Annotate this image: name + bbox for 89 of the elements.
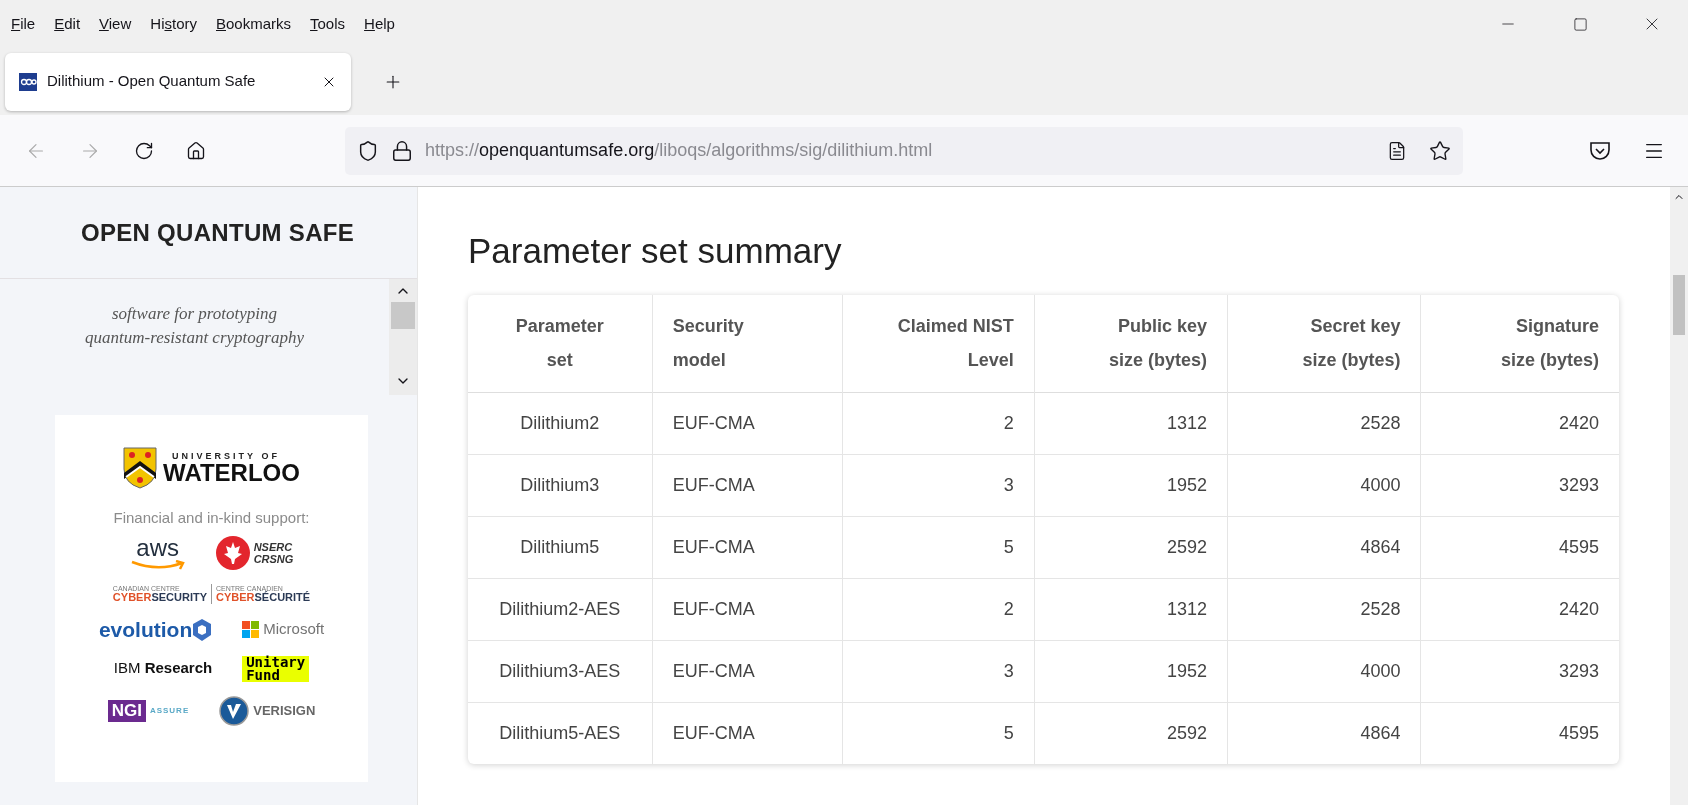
logo-text: Microsoft: [263, 619, 325, 640]
home-icon[interactable]: [186, 140, 206, 161]
table-cell: 1952: [1034, 640, 1228, 702]
table-cell: 5: [842, 516, 1035, 578]
tagline-text: quantum-resistant cryptography: [85, 327, 304, 349]
crest-icon: [123, 447, 158, 489]
table-cell: Dilithium2-AES: [468, 578, 653, 640]
aws-logo: aws: [129, 535, 186, 570]
logo-text: VERISIGN: [253, 701, 316, 720]
reload-icon[interactable]: [134, 140, 154, 161]
column-header: Security model: [652, 295, 843, 392]
menu-item[interactable]: History: [149, 12, 198, 36]
logo-text: WATERLOO: [163, 460, 300, 485]
table-cell: EUF-CMA: [652, 516, 843, 578]
column-header: Secret key size (bytes): [1227, 295, 1421, 392]
menu-item[interactable]: Bookmarks: [215, 12, 293, 36]
site-title: OPEN QUANTUM SAFE: [79, 217, 355, 248]
support-label: Financial and in-kind support:: [113, 508, 310, 528]
table-cell: EUF-CMA: [652, 454, 843, 516]
smile-arrow-icon: [129, 559, 186, 570]
logo-text: NSERC: [253, 540, 294, 553]
pocket-icon: [1589, 140, 1611, 161]
table-cell: 4864: [1227, 702, 1421, 764]
table-cell: 4595: [1421, 516, 1619, 578]
section-heading: Parameter set summary: [468, 233, 843, 268]
table-cell: 4000: [1227, 454, 1421, 516]
browser-tab[interactable]: Dilithium - Open Quantum Safe: [5, 52, 351, 111]
reader-view-icon[interactable]: [1387, 140, 1407, 161]
logo-text: CYBERSÉCURITÉ: [216, 591, 311, 603]
table-cell: EUF-CMA: [652, 578, 843, 640]
table-cell: EUF-CMA: [652, 702, 843, 764]
table-cell: 3293: [1421, 454, 1619, 516]
table-cell: 1952: [1034, 454, 1228, 516]
scrollbar-thumb[interactable]: [391, 302, 415, 329]
shield-icon[interactable]: [357, 139, 379, 162]
table-cell: 2528: [1227, 392, 1421, 454]
logo-text: evolution: [98, 619, 193, 640]
tab-title: Dilithium - Open Quantum Safe: [47, 71, 256, 92]
table-cell: 2: [842, 578, 1035, 640]
table-cell: 3: [842, 454, 1035, 516]
table-cell: Dilithium5-AES: [468, 702, 653, 764]
maximize-icon[interactable]: [1572, 16, 1588, 32]
menu-item[interactable]: Tools: [309, 12, 347, 36]
table-cell: 5: [842, 702, 1035, 764]
column-header: Claimed NIST Level: [842, 295, 1035, 392]
column-header: Parameter set: [468, 295, 653, 392]
address-bar[interactable]: https://openquantumsafe.org/liboqs/algorithms/sig/dilithium.html: [345, 126, 1463, 175]
favicon-icon: [19, 72, 37, 91]
scrollbar[interactable]: [389, 279, 417, 395]
table-cell: EUF-CMA: [652, 392, 843, 454]
table-cell: Dilithium3: [468, 454, 653, 516]
table-cell: Dilithium2: [468, 392, 653, 454]
table-cell: 1312: [1034, 392, 1228, 454]
table-cell: Dilithium3-AES: [468, 640, 653, 702]
table-cell: 2592: [1034, 516, 1228, 578]
table-cell: 2528: [1227, 578, 1421, 640]
page-scrollbar[interactable]: [1670, 187, 1688, 805]
menu-item[interactable]: Help: [363, 12, 396, 36]
tagline-text: software for prototyping: [112, 303, 277, 325]
table-cell: 1312: [1034, 578, 1228, 640]
table-cell: 2592: [1034, 702, 1228, 764]
table-cell: 4000: [1227, 640, 1421, 702]
logo-text: CYBERSECURITY: [112, 591, 207, 603]
table-cell: 2420: [1421, 578, 1619, 640]
menu-item[interactable]: Edit: [53, 12, 82, 36]
column-header: Public key size (bytes): [1034, 295, 1228, 392]
table-cell: 3293: [1421, 640, 1619, 702]
table-cell: 4595: [1421, 702, 1619, 764]
logo-text: ASSURE: [149, 704, 190, 717]
table-cell: EUF-CMA: [652, 640, 843, 702]
lock-icon[interactable]: [391, 139, 413, 162]
menu-item[interactable]: View: [98, 12, 133, 36]
table-cell: 3: [842, 640, 1035, 702]
table-cell: 2420: [1421, 392, 1619, 454]
table-cell: 4864: [1227, 516, 1421, 578]
unitary-logo: Unitary Fund: [242, 655, 310, 682]
logo-text: IBM Research: [113, 658, 213, 679]
menu-item[interactable]: File: [10, 12, 37, 36]
ngi-logo: NGI: [107, 699, 146, 722]
maple-leaf-icon: [215, 535, 250, 570]
scrollbar-thumb[interactable]: [1673, 275, 1685, 335]
column-header: Signature size (bytes): [1421, 295, 1619, 392]
table-cell: Dilithium5: [468, 516, 653, 578]
table-cell: 2: [842, 392, 1035, 454]
logo-text: CRSNG: [253, 552, 294, 565]
url-text: https://openquantumsafe.org/liboqs/algorithms/sig/dilithium.html: [425, 139, 933, 162]
windows-squares-icon: [242, 621, 260, 638]
bookmark-star-icon[interactable]: [1429, 139, 1451, 162]
logo-text: UNIVERSITY OF: [171, 451, 281, 461]
